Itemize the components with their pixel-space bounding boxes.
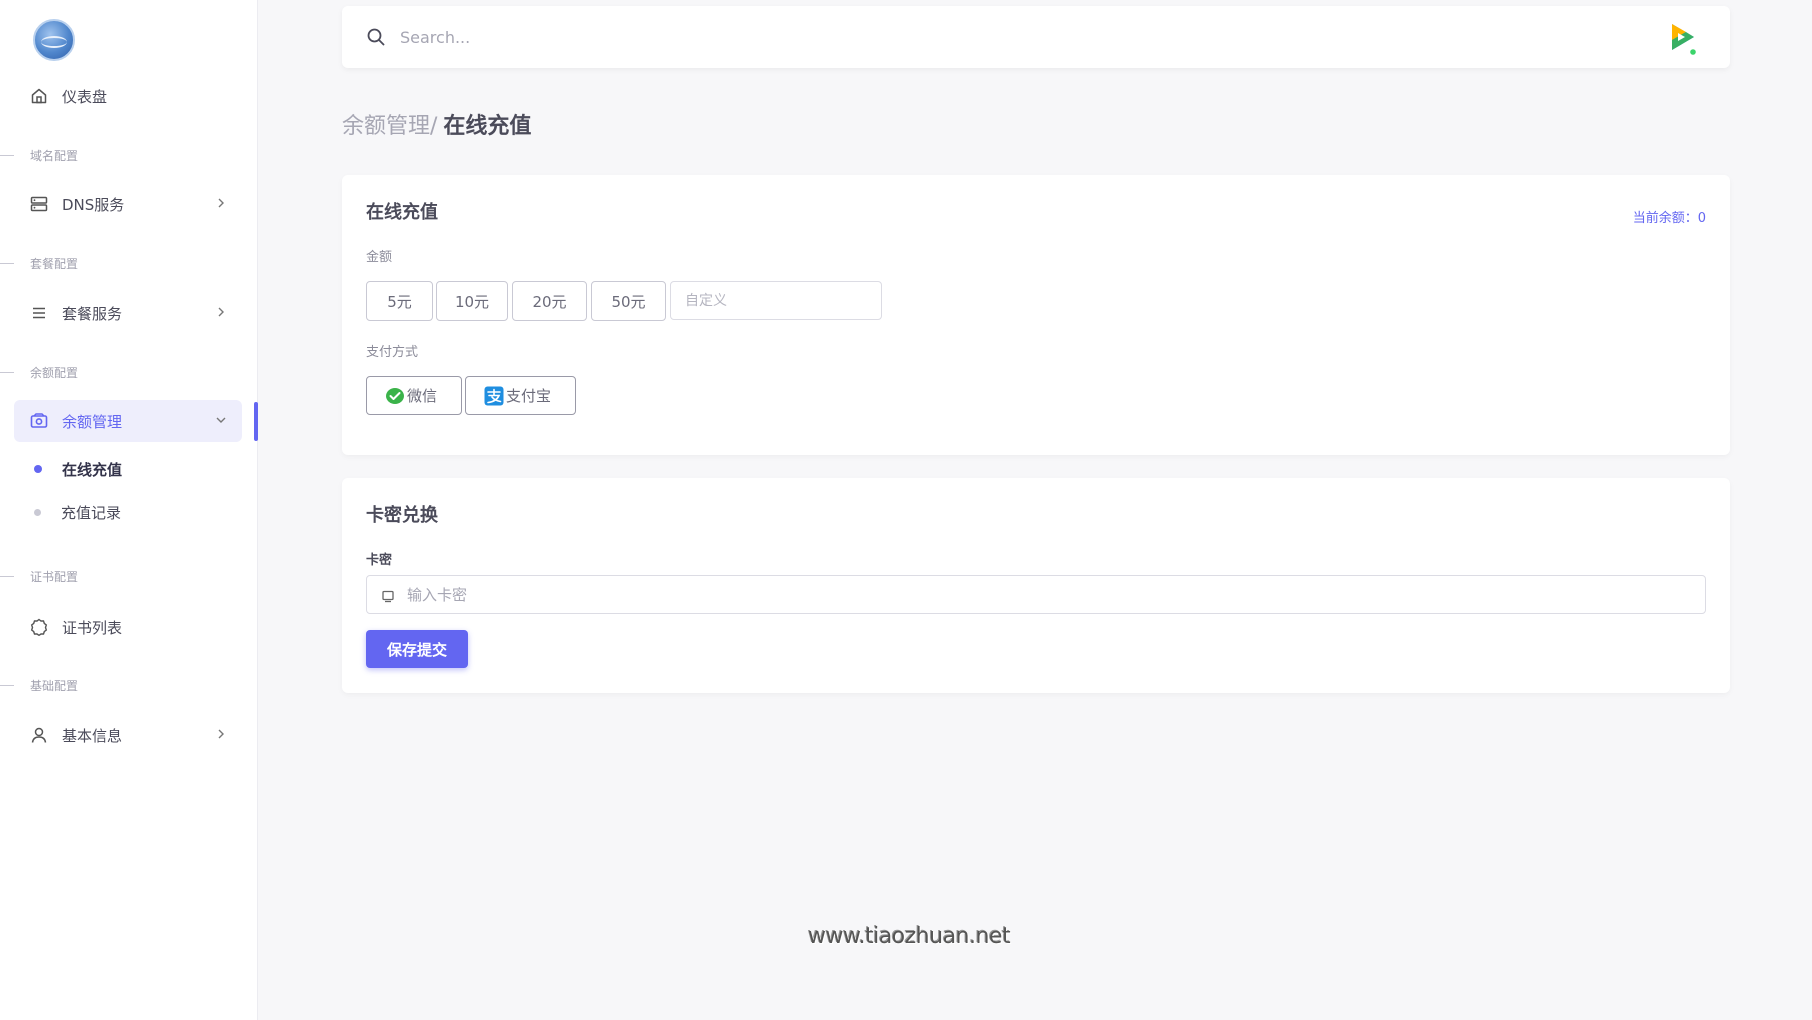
nav-package[interactable]: 套餐服务	[14, 292, 242, 334]
card-key-input[interactable]	[407, 576, 1687, 613]
alipay-icon	[484, 386, 504, 406]
nav-balance-label: 余额管理	[62, 412, 123, 431]
breadcrumb: 余额管理/ 在线充值	[342, 108, 531, 140]
card-key-label: 卡密	[366, 553, 393, 568]
pay-wechat-button[interactable]: 微信	[366, 376, 462, 415]
active-indicator	[254, 402, 258, 441]
nav-basic-info-label: 基本信息	[62, 726, 123, 745]
server-icon	[30, 195, 48, 213]
bullet-icon	[34, 508, 41, 516]
amount-10-button[interactable]: 10元	[436, 281, 508, 321]
watermark: www.tiaozhuan.net	[808, 924, 1011, 949]
section-label-basic: 基础配置	[0, 676, 78, 694]
sub-item-online-recharge[interactable]: 在线充值	[34, 457, 122, 481]
chevron-right-icon	[214, 305, 228, 319]
section-label-package: 套餐配置	[0, 254, 78, 272]
nav-package-label: 套餐服务	[62, 304, 123, 323]
chevron-down-icon	[214, 413, 228, 427]
redeem-card-title: 卡密兑换	[366, 505, 438, 526]
pay-alipay-label: 支付宝	[506, 387, 552, 405]
submit-button[interactable]: 保存提交	[366, 630, 468, 668]
nav-basic-info[interactable]: 基本信息	[14, 714, 242, 756]
nav-dns-label: DNS服务	[62, 195, 125, 214]
redeem-card: 卡密兑换 卡密 保存提交	[342, 478, 1730, 693]
user-icon	[30, 726, 48, 744]
certificate-icon	[30, 618, 48, 636]
wechat-icon	[385, 386, 405, 406]
section-label-balance: 余额配置	[0, 363, 78, 381]
logo[interactable]	[33, 19, 75, 61]
search-icon[interactable]	[366, 27, 386, 47]
amount-label: 金额	[366, 250, 393, 265]
card-key-field	[366, 575, 1706, 614]
recharge-card: 在线充值 当前余额：0 金额 5元 10元 20元 50元 支付方式 微信 支付…	[342, 175, 1730, 455]
custom-amount-input[interactable]	[670, 281, 882, 320]
nav-dns[interactable]: DNS服务	[14, 183, 242, 225]
nav-balance-management[interactable]: 余额管理	[14, 400, 242, 442]
nav-dashboard-label: 仪表盘	[62, 87, 108, 106]
page-title: 在线充值	[443, 114, 532, 139]
nav-dashboard[interactable]: 仪表盘	[14, 75, 242, 117]
sidebar: 仪表盘 域名配置 DNS服务 套餐配置 套餐服务 余额配置 余额管理 在线充值 …	[0, 0, 258, 1020]
chevron-right-icon	[214, 196, 228, 210]
topbar	[342, 6, 1730, 68]
amount-50-button[interactable]: 50元	[591, 281, 666, 321]
section-label-domain: 域名配置	[0, 146, 78, 164]
avatar[interactable]	[1664, 20, 1700, 57]
pay-alipay-button[interactable]: 支付宝	[465, 376, 576, 415]
home-icon	[30, 87, 48, 105]
search-input[interactable]	[400, 22, 1200, 52]
amount-5-button[interactable]: 5元	[366, 281, 433, 321]
card-icon	[381, 588, 395, 603]
breadcrumb-parent[interactable]: 余额管理/	[342, 108, 437, 140]
section-label-cert: 证书配置	[0, 567, 78, 585]
sub-item-recharge-records[interactable]: 充值记录	[34, 500, 121, 524]
nav-cert-list[interactable]: 证书列表	[14, 606, 242, 648]
wallet-icon	[30, 412, 48, 430]
payment-label: 支付方式	[366, 345, 419, 360]
chevron-right-icon	[214, 727, 228, 741]
bullet-icon	[34, 465, 42, 473]
recharge-card-title: 在线充值	[366, 202, 438, 223]
menu-icon	[30, 304, 48, 322]
current-balance: 当前余额：0	[1632, 211, 1706, 226]
pay-wechat-label: 微信	[407, 387, 438, 405]
amount-20-button[interactable]: 20元	[512, 281, 587, 321]
nav-cert-label: 证书列表	[62, 618, 123, 637]
